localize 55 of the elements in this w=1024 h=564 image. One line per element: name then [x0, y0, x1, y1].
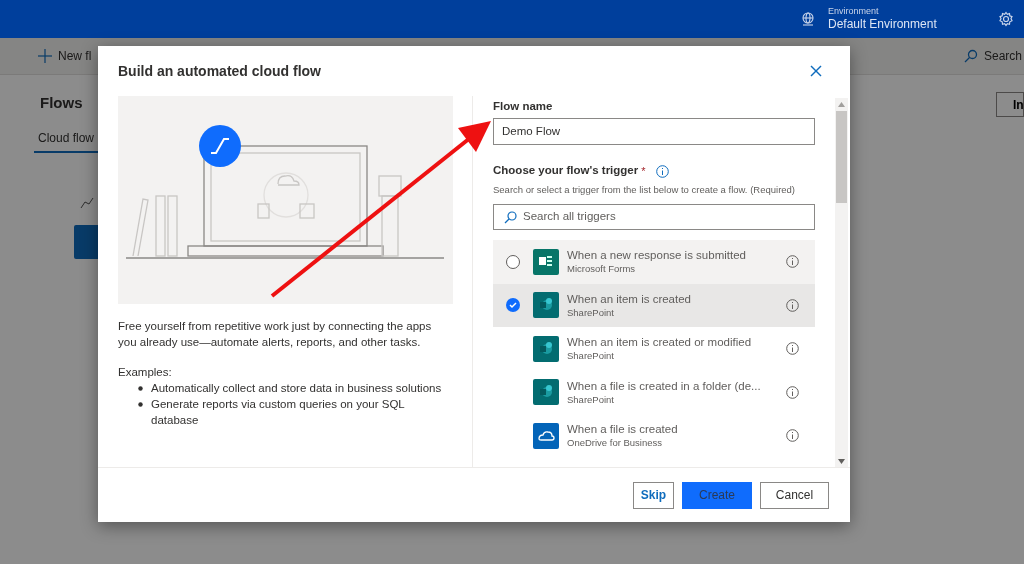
dialog-button[interactable]: Cancel — [760, 481, 829, 509]
trigger-search-field[interactable]: Search all triggers — [493, 204, 815, 230]
trigger-title: When an item is created — [567, 291, 692, 306]
environment-label: Environment — [828, 6, 880, 17]
checked-radio-icon — [505, 297, 521, 314]
example-text: Automatically collect and store data in business solutions — [151, 381, 442, 396]
search-icon — [504, 210, 517, 224]
trigger-item[interactable]: When an item is created SharePoint — [493, 283, 815, 327]
info-icon[interactable] — [786, 342, 799, 356]
flow-name-label: Flow name — [493, 99, 554, 114]
trigger-hint: Search or select a trigger from the list below to create a flow. (Required) — [493, 183, 797, 197]
page-title: Flows — [40, 93, 83, 113]
flow-name-field[interactable]: Demo Flow — [493, 118, 815, 145]
info-icon[interactable] — [786, 255, 799, 269]
info-icon[interactable] — [786, 385, 799, 399]
bullet-icon — [138, 402, 143, 407]
search-button[interactable]: Search — [963, 47, 1022, 65]
info-icon[interactable] — [786, 429, 799, 443]
trigger-item[interactable]: When a new response is submitted Microsoft Forms — [493, 240, 815, 284]
page-button[interactable]: In — [996, 92, 1024, 117]
close-icon[interactable] — [810, 65, 822, 77]
flow-type-icon — [74, 225, 100, 259]
trigger-app: OneDrive for Business — [567, 436, 664, 450]
description-text: Free yourself from repetitive work just by connecting the apps you already use—automate alerts, reports, and other tasks. — [118, 319, 433, 350]
trigger-app: SharePoint — [567, 392, 615, 406]
radio-icon — [505, 253, 521, 270]
trigger-title: When an item is created or modified — [567, 335, 753, 350]
scroll-down-icon[interactable] — [838, 459, 845, 464]
trigger-title: When a file is created in a folder (de... — [567, 378, 762, 393]
required-mark: * — [641, 163, 646, 179]
trigger-item[interactable]: When a file is created OneDrive for Business — [493, 414, 815, 458]
new-flow-button[interactable]: New fl — [38, 47, 92, 65]
flow-icon — [80, 197, 94, 209]
bullet-icon — [138, 386, 143, 391]
trigger-title: When a new response is submitted — [567, 248, 747, 263]
dialog-button[interactable]: Skip — [633, 481, 674, 509]
trigger-title: When a file is created — [567, 422, 679, 437]
trigger-label: Choose your flow's trigger — [493, 163, 639, 179]
trigger-item[interactable]: When an item is created or modified SharePoint — [493, 327, 815, 371]
trigger-app: SharePoint — [567, 349, 615, 363]
info-icon[interactable] — [786, 298, 799, 312]
settings-icon[interactable] — [998, 11, 1014, 27]
info-icon[interactable] — [655, 164, 669, 178]
search-icon — [963, 49, 978, 63]
examples-label: Examples: — [118, 365, 173, 380]
dialog-title: Build an automated cloud flow — [118, 61, 321, 81]
trigger-app: Microsoft Forms — [567, 262, 637, 276]
trigger-app: SharePoint — [567, 305, 615, 319]
scrollbar-thumb[interactable] — [836, 111, 847, 203]
example-text: Generate reports via custom queries on your SQL database — [151, 397, 406, 428]
scrollbar[interactable] — [835, 98, 848, 468]
trigger-item[interactable]: When a file is created in a folder (de... SharePoint — [493, 370, 815, 414]
plus-icon — [38, 49, 52, 63]
globe-icon — [800, 11, 816, 27]
environment-name[interactable]: Default Environment — [828, 17, 988, 32]
